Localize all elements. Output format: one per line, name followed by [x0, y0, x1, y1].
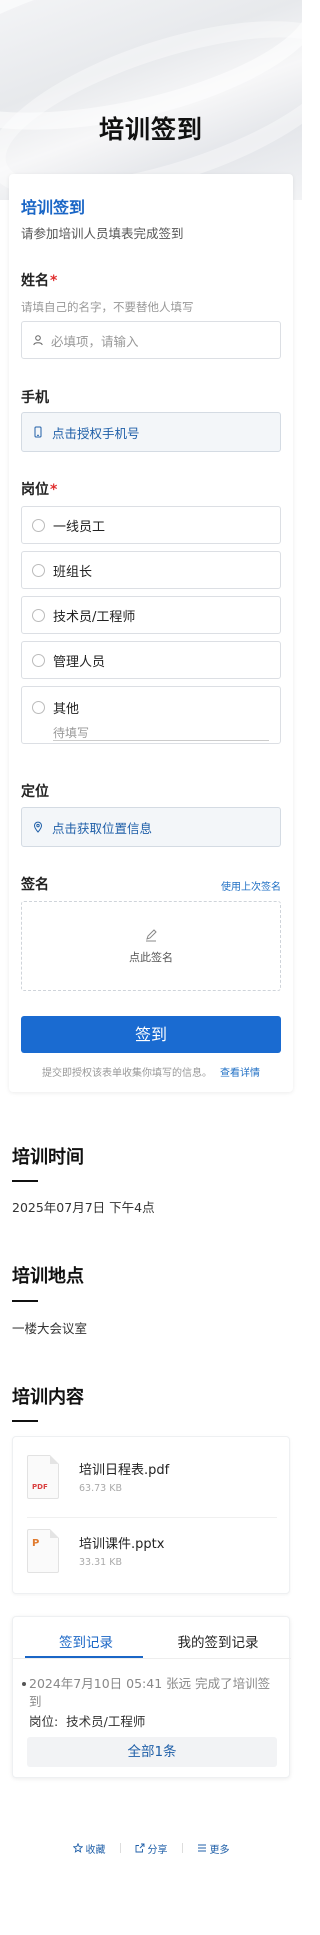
file-size: 63.73 KB: [79, 1483, 122, 1494]
authorize-phone-label: 点击授权手机号: [52, 425, 140, 441]
form-description: 请参加培训人员填表完成签到: [21, 226, 184, 241]
other-text-input[interactable]: 待填写: [53, 723, 269, 741]
name-input-placeholder: 必填项，请输入: [51, 333, 139, 349]
footer-actions: 收藏 分享 更多: [0, 1838, 302, 1858]
more-label: 更多: [209, 1844, 230, 1856]
favorite-label: 收藏: [85, 1844, 106, 1856]
section-divider: [12, 1420, 38, 1422]
position-option-frontline[interactable]: 一线员工: [21, 506, 281, 544]
form-card: 培训签到 请参加培训人员填表完成签到 姓名* 请填自己的名字，不要替他人填写 必…: [9, 174, 293, 1092]
attachment-item[interactable]: PDF 培训日程表.pdf 63.73 KB: [27, 1451, 277, 1507]
share-icon: [135, 1843, 144, 1853]
signin-records-panel: 签到记录 我的签到记录 2024年7月10日 05:41 张远 完成了培训签到 …: [12, 1616, 291, 1778]
training-location-value: 一楼大会议室: [12, 1321, 88, 1336]
pen-icon: [146, 929, 157, 942]
file-type-tag: P: [32, 1538, 40, 1549]
section-divider: [12, 1300, 38, 1302]
more-button[interactable]: 更多: [183, 1841, 244, 1856]
position-label-text: 岗位: [21, 482, 49, 498]
location-pin-icon: [33, 821, 43, 833]
file-name: 培训课件.pptx: [79, 1537, 165, 1552]
favorite-button[interactable]: 收藏: [59, 1841, 120, 1856]
phone-label: 手机: [21, 390, 49, 406]
record-meta-value: 技术员/工程师: [66, 1714, 146, 1729]
training-time-value: 2025年07月7日 下午4点: [12, 1200, 155, 1215]
file-type-tag: PDF: [32, 1483, 48, 1491]
name-label-text: 姓名: [21, 273, 49, 289]
hero-banner: [0, 0, 302, 200]
tab-signin-records[interactable]: 签到记录: [21, 1631, 151, 1651]
position-option-other[interactable]: 其他 待填写: [21, 686, 281, 744]
consent-details-link[interactable]: 查看详情: [220, 1068, 260, 1079]
section-divider: [12, 1180, 38, 1182]
option-label: 班组长: [53, 564, 93, 580]
use-last-signature-link[interactable]: 使用上次签名: [221, 878, 281, 893]
get-location-button[interactable]: 点击获取位置信息: [21, 807, 281, 847]
radio-circle: [32, 701, 45, 714]
view-all-records-button[interactable]: 全部1条: [27, 1737, 277, 1767]
training-location-title: 培训地点: [12, 1266, 84, 1287]
submit-button[interactable]: 签到: [21, 1016, 281, 1053]
training-content-title: 培训内容: [12, 1387, 84, 1408]
option-label: 管理人员: [53, 654, 106, 670]
file-size: 33.31 KB: [79, 1557, 122, 1568]
radio-circle: [32, 518, 45, 532]
required-mark: *: [50, 273, 58, 289]
authorize-phone-button[interactable]: 点击授权手机号: [21, 412, 281, 452]
menu-icon: [197, 1844, 206, 1852]
consent-notice: 提交即授权该表单收集你填写的信息。 查看详情: [9, 1064, 293, 1079]
attachment-item[interactable]: P 培训课件.pptx 33.31 KB: [27, 1525, 277, 1581]
record-meta: 岗位: 技术员/工程师: [29, 1713, 145, 1731]
share-label: 分享: [147, 1844, 168, 1856]
file-name: 培训日程表.pdf: [79, 1463, 170, 1478]
signature-label: 签名: [21, 877, 49, 893]
name-label: 姓名*: [21, 270, 57, 290]
required-mark: *: [50, 482, 58, 498]
form-title: 培训签到: [21, 198, 86, 217]
page-title: 培训签到: [98, 115, 203, 144]
pdf-file-icon: PDF: [27, 1455, 59, 1499]
record-meta-label: 岗位:: [29, 1714, 59, 1729]
pptx-file-icon: P: [27, 1529, 59, 1573]
share-button[interactable]: 分享: [121, 1841, 182, 1856]
option-label: 技术员/工程师: [53, 609, 136, 625]
name-hint: 请填自己的名字，不要替他人填写: [21, 300, 194, 314]
signature-pad[interactable]: 点此签名: [21, 901, 281, 991]
get-location-label: 点击获取位置信息: [52, 820, 153, 836]
position-option-team-leader[interactable]: 班组长: [21, 551, 281, 589]
option-label: 一线员工: [53, 519, 106, 535]
page-fold: [50, 1529, 59, 1538]
page-fold: [50, 1455, 59, 1464]
consent-text: 提交即授权该表单收集你填写的信息。: [42, 1068, 212, 1079]
tab-my-signin-records[interactable]: 我的签到记录: [153, 1631, 283, 1651]
training-time-title: 培训时间: [12, 1147, 84, 1168]
position-option-manager[interactable]: 管理人员: [21, 641, 281, 679]
attachments-list: PDF 培训日程表.pdf 63.73 KB P 培训课件.pptx 33.31…: [12, 1436, 290, 1594]
star-icon: [72, 1843, 83, 1853]
name-input[interactable]: 必填项，请输入: [21, 321, 281, 359]
records-tabs: 签到记录 我的签到记录: [13, 1617, 291, 1659]
location-label: 定位: [21, 784, 49, 800]
radio-circle: [32, 608, 45, 622]
bullet-dot: [22, 1682, 26, 1686]
position-option-engineer[interactable]: 技术员/工程师: [21, 596, 281, 634]
active-tab-indicator: [25, 1656, 143, 1658]
radio-circle: [32, 563, 45, 577]
option-row: 其他: [32, 698, 79, 717]
radio-circle: [32, 653, 45, 667]
option-label: 其他: [53, 702, 80, 717]
record-text: 2024年7月10日 05:41 张远 完成了培训签到: [29, 1676, 271, 1709]
phone-icon: [34, 426, 42, 438]
user-icon: [33, 335, 43, 346]
position-label: 岗位*: [21, 479, 57, 499]
signature-pad-text: 点此签名: [129, 951, 173, 964]
divider: [27, 1517, 277, 1518]
record-item: 2024年7月10日 05:41 张远 完成了培训签到 岗位: 技术员/工程师: [22, 1675, 279, 1729]
